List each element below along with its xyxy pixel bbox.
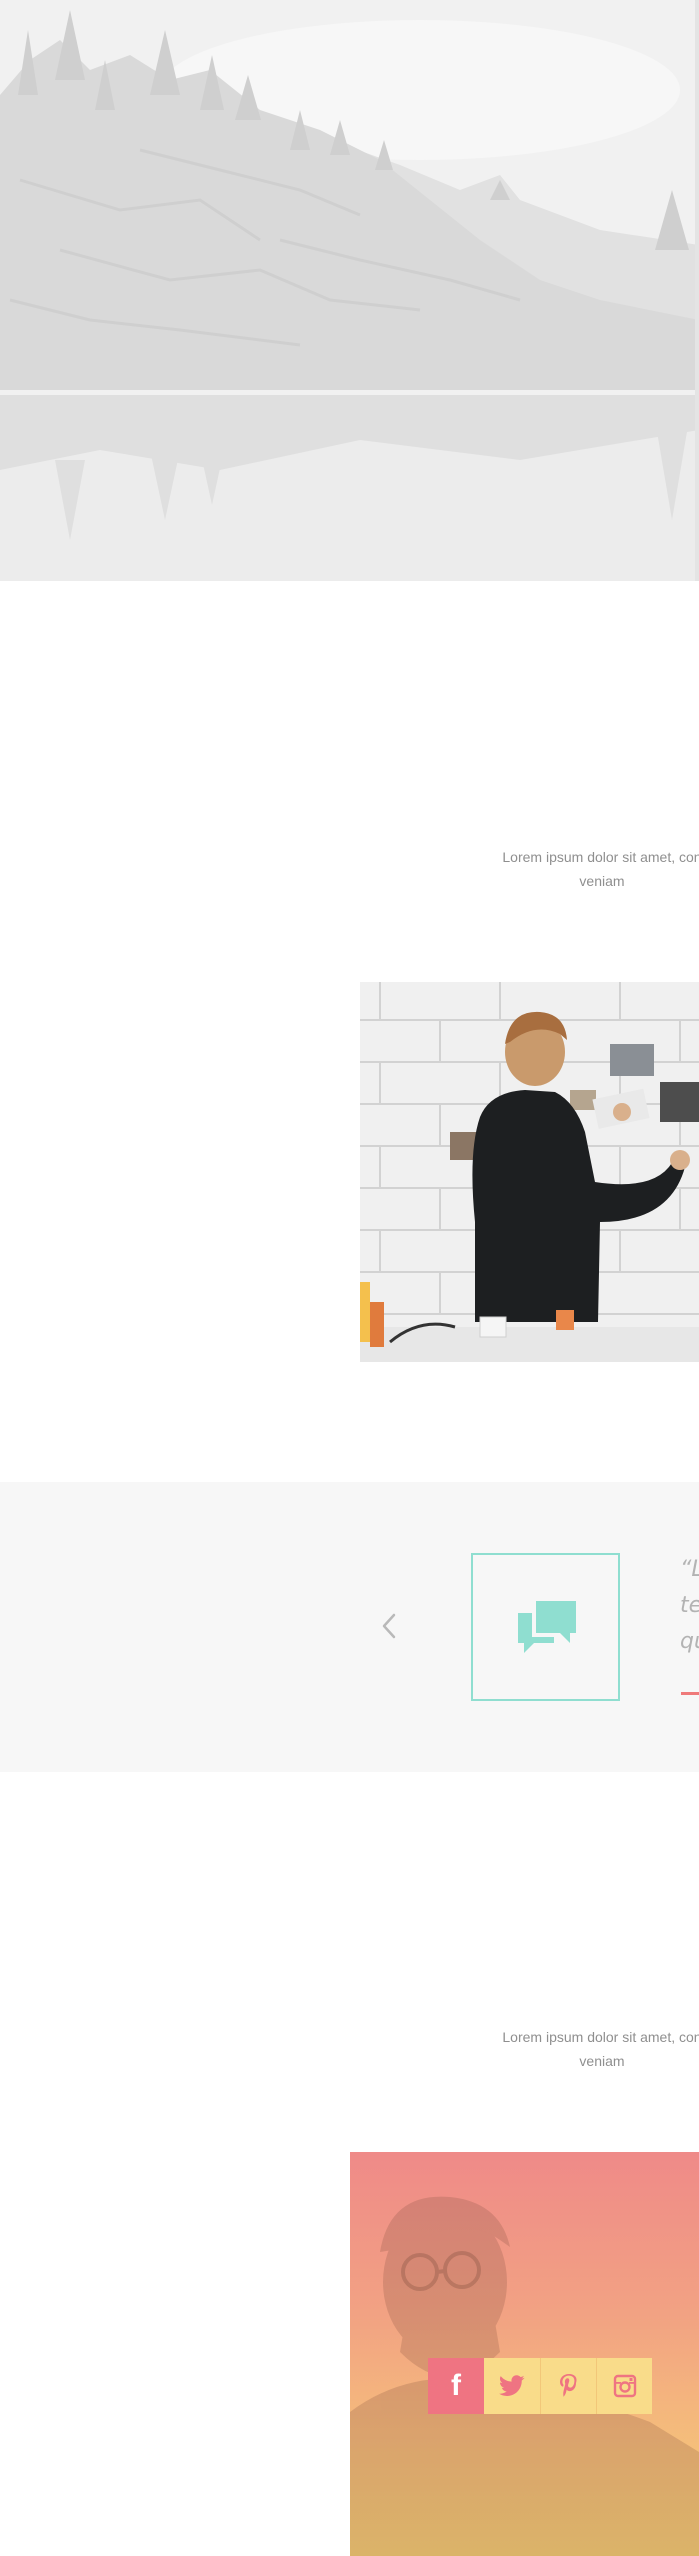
- intro-bottom-line2: veniam: [579, 2053, 625, 2069]
- intro-text: Lorem ipsum dolor sit amet, con veniam: [482, 845, 699, 893]
- intro-text-line2: veniam: [579, 873, 625, 889]
- quote-divider: [681, 1692, 699, 1695]
- man-pinning-photos-illustration: [360, 982, 699, 1362]
- intro-bottom-line1: Lorem ipsum dolor sit amet, con: [502, 2029, 699, 2045]
- instagram-button[interactable]: [596, 2358, 652, 2414]
- quote-line2: te: [680, 1593, 699, 1618]
- pinterest-button[interactable]: [540, 2358, 596, 2414]
- hero-landscape: [0, 0, 699, 581]
- facebook-button[interactable]: f: [428, 2358, 484, 2414]
- pinterest-icon: [559, 2374, 577, 2397]
- intro-text-line1: Lorem ipsum dolor sit amet, con: [502, 849, 699, 865]
- twitter-button[interactable]: [484, 2358, 540, 2414]
- quote-line1: “L: [680, 1557, 699, 1582]
- intro-text-bottom: Lorem ipsum dolor sit amet, con veniam: [482, 2025, 699, 2073]
- profile-image: [350, 2152, 699, 2556]
- testimonial-quote: “L te qu: [680, 1552, 699, 1660]
- facebook-icon: f: [451, 2369, 461, 2402]
- chat-bubbles-icon: [517, 1601, 576, 1653]
- testimonial-icon-box: [471, 1553, 620, 1701]
- twitter-icon: [499, 2375, 525, 2396]
- previous-testimonial-button[interactable]: [380, 1613, 400, 1639]
- instagram-icon: [613, 2374, 636, 2398]
- feature-photo: [360, 982, 699, 1362]
- chevron-left-icon: [382, 1613, 396, 1639]
- bearded-man-portrait: [350, 2196, 699, 2556]
- quote-line3: qu: [680, 1629, 699, 1654]
- hero-image: [0, 0, 699, 581]
